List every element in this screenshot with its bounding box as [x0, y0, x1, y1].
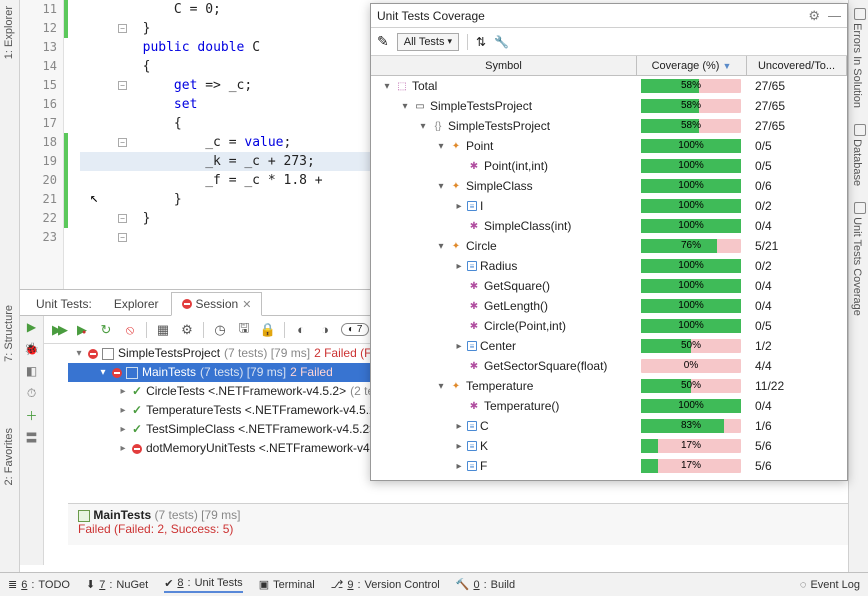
export-icon[interactable]: 🖫 [236, 322, 252, 338]
status-bar: ≣ 6: TODO ⬇ 7: NuGet ✔ 8: Unit Tests ▣ T… [0, 572, 868, 596]
coverage-toolbar: ✎ All Tests▾ ⇅ 🔧 [371, 28, 847, 56]
coverage-tab[interactable]: Unit Tests Coverage [850, 198, 867, 320]
coverage-row[interactable]: ✦SimpleClass 100% 0/6 [371, 176, 847, 196]
coverage-row[interactable]: {}SimpleTestsProject 58% 27/65 [371, 116, 847, 136]
coverage-row[interactable]: ≡C 83% 1/6 [371, 416, 847, 436]
add-icon[interactable]: ＋ [25, 408, 39, 422]
coverage-row[interactable]: ✱Point(int,int) 100% 0/5 [371, 156, 847, 176]
run-selected-icon[interactable]: ▶● [74, 322, 90, 338]
sort-desc-icon: ▼ [722, 61, 731, 71]
coverage-row[interactable]: ✦Point 100% 0/5 [371, 136, 847, 156]
favorites-tab[interactable]: 2: Favorites [3, 428, 15, 485]
col-uncovered[interactable]: Uncovered/To... [747, 56, 847, 75]
session-tab-label: Session [196, 297, 239, 311]
coverage-row[interactable]: ≡Center 50% 1/2 [371, 336, 847, 356]
right-tool-rail: Errors In Solution Database Unit Tests C… [848, 0, 868, 596]
filter1-icon[interactable]: ◐ [293, 322, 309, 338]
debug-icon[interactable]: 🐞 [25, 342, 39, 356]
sb-vc[interactable]: ⎇ 9: Version Control [331, 578, 440, 591]
chevron-icon[interactable] [418, 121, 428, 132]
minimize-icon[interactable]: — [828, 8, 841, 23]
filter2-icon[interactable]: ◑ [317, 322, 333, 338]
col-symbol[interactable]: Symbol [371, 56, 637, 75]
uplay-icon [854, 202, 866, 214]
coverage-columns: Symbol Coverage (%)▼ Uncovered/To... [371, 56, 847, 76]
chevron-icon[interactable] [454, 441, 464, 452]
unit-tests-sidebar: ▶ 🐞 ◧ ⏱ ＋ 〓 [20, 316, 44, 565]
fail-icon [182, 299, 192, 309]
unit-tests-title: Unit Tests: [26, 293, 102, 315]
run-all-icon[interactable]: ▶▶ [50, 322, 66, 338]
chevron-icon[interactable] [454, 261, 464, 272]
sb-todo[interactable]: ≣ 6: TODO [8, 578, 70, 591]
tree-options-icon[interactable]: ⇅ [476, 35, 486, 49]
chevron-icon[interactable] [454, 461, 464, 472]
code-editor[interactable]: 11121314151617181920212223 −−−−− C = 0; … [20, 0, 370, 290]
coverage-row[interactable]: ⬚Total 58% 27/65 [371, 76, 847, 96]
coverage-row[interactable]: ≡Radius 100% 0/2 [371, 256, 847, 276]
coverage-row[interactable]: ▭SimpleTestsProject 58% 27/65 [371, 96, 847, 116]
database-icon [854, 124, 866, 136]
chevron-icon[interactable] [454, 201, 464, 212]
coverage-panel: Unit Tests Coverage ⚙ — ✎ All Tests▾ ⇅ 🔧… [370, 3, 848, 481]
database-tab[interactable]: Database [850, 120, 867, 190]
coverage-run-icon[interactable]: ◧ [25, 364, 39, 378]
sb-event-log[interactable]: ◌ Event Log [800, 579, 860, 591]
col-coverage[interactable]: Coverage (%)▼ [637, 56, 747, 75]
gear-icon[interactable]: ⚙ [808, 8, 820, 24]
errors-icon [854, 8, 866, 20]
lock-icon[interactable]: 🔒 [260, 322, 276, 338]
run-icon[interactable]: ▶ [25, 320, 39, 334]
chevron-icon[interactable] [436, 381, 446, 392]
coverage-row[interactable]: ✱GetLength() 100% 0/4 [371, 296, 847, 316]
coverage-row[interactable]: ≡K 17% 5/6 [371, 436, 847, 456]
coverage-tree[interactable]: ⬚Total 58% 27/65 ▭SimpleTestsProject 58%… [371, 76, 847, 480]
settings-icon[interactable]: ⚙ [179, 322, 195, 338]
coverage-title: Unit Tests Coverage [377, 9, 485, 23]
ut-status-fail: Failed (Failed: 2, Success: 5) [78, 522, 838, 536]
coverage-row[interactable]: ≡I 100% 0/2 [371, 196, 847, 216]
coverage-row[interactable]: ✱SimpleClass(int) 100% 0/4 [371, 216, 847, 236]
cursor-icon: ↖ [90, 190, 98, 206]
filter-dropdown[interactable]: All Tests▾ [397, 33, 459, 51]
sb-terminal[interactable]: ▣ Terminal [259, 578, 315, 591]
left-tool-rail: 1: Explorer 7: Structure 2: Favorites [0, 0, 20, 596]
chevron-icon[interactable] [400, 101, 410, 112]
coverage-row[interactable]: ✦Circle 76% 5/21 [371, 236, 847, 256]
clock-icon[interactable]: ◷ [212, 322, 228, 338]
session-tab[interactable]: Session ✕ [171, 292, 263, 316]
ut-status-meta: (7 tests) [79 ms] [154, 508, 240, 522]
sb-unit-tests[interactable]: ✔ 8: Unit Tests [164, 577, 243, 593]
wrench-icon[interactable]: 🔧 [494, 35, 509, 49]
count-pill[interactable]: ◐ 7 [341, 323, 369, 336]
coverage-row[interactable]: ✱Temperature() 100% 0/4 [371, 396, 847, 416]
chevron-icon[interactable] [436, 241, 446, 252]
chevron-icon[interactable] [382, 81, 392, 92]
chevron-icon[interactable] [436, 141, 446, 152]
coverage-row[interactable]: ✦Temperature 50% 11/22 [371, 376, 847, 396]
coverage-row[interactable]: ✱GetSectorSquare(float) 0% 4/4 [371, 356, 847, 376]
layout-icon[interactable]: ▦ [155, 322, 171, 338]
sb-nuget[interactable]: ⬇ 7: NuGet [86, 578, 148, 591]
ut-status-title: MainTests [93, 508, 151, 522]
rerun-icon[interactable]: ↻ [98, 322, 114, 338]
coverage-row[interactable]: ✱GetSquare() 100% 0/4 [371, 276, 847, 296]
line-gutter: 11121314151617181920212223 [20, 0, 64, 289]
chevron-icon[interactable] [454, 421, 464, 432]
sb-build[interactable]: 🔨 0: Build [456, 578, 515, 591]
structure-tab[interactable]: 7: Structure [3, 305, 15, 362]
highlight-icon[interactable]: ✎ [377, 33, 389, 50]
errors-tab[interactable]: Errors In Solution [850, 4, 867, 112]
close-icon[interactable]: ✕ [242, 298, 251, 311]
chevron-icon[interactable] [436, 181, 446, 192]
remove-icon[interactable]: 〓 [25, 430, 39, 444]
explorer-session-tab[interactable]: Explorer [104, 293, 169, 315]
coverage-row[interactable]: ✱Circle(Point,int) 100% 0/5 [371, 316, 847, 336]
chevron-icon[interactable] [454, 341, 464, 352]
coverage-row[interactable]: ≡F 17% 5/6 [371, 456, 847, 476]
profile-icon[interactable]: ⏱ [25, 386, 39, 400]
explorer-tab[interactable]: 1: Explorer [3, 6, 15, 59]
stop-icon[interactable]: ⦸ [122, 322, 138, 338]
ut-status: MainTests (7 tests) [79 ms] Failed (Fail… [68, 503, 848, 545]
